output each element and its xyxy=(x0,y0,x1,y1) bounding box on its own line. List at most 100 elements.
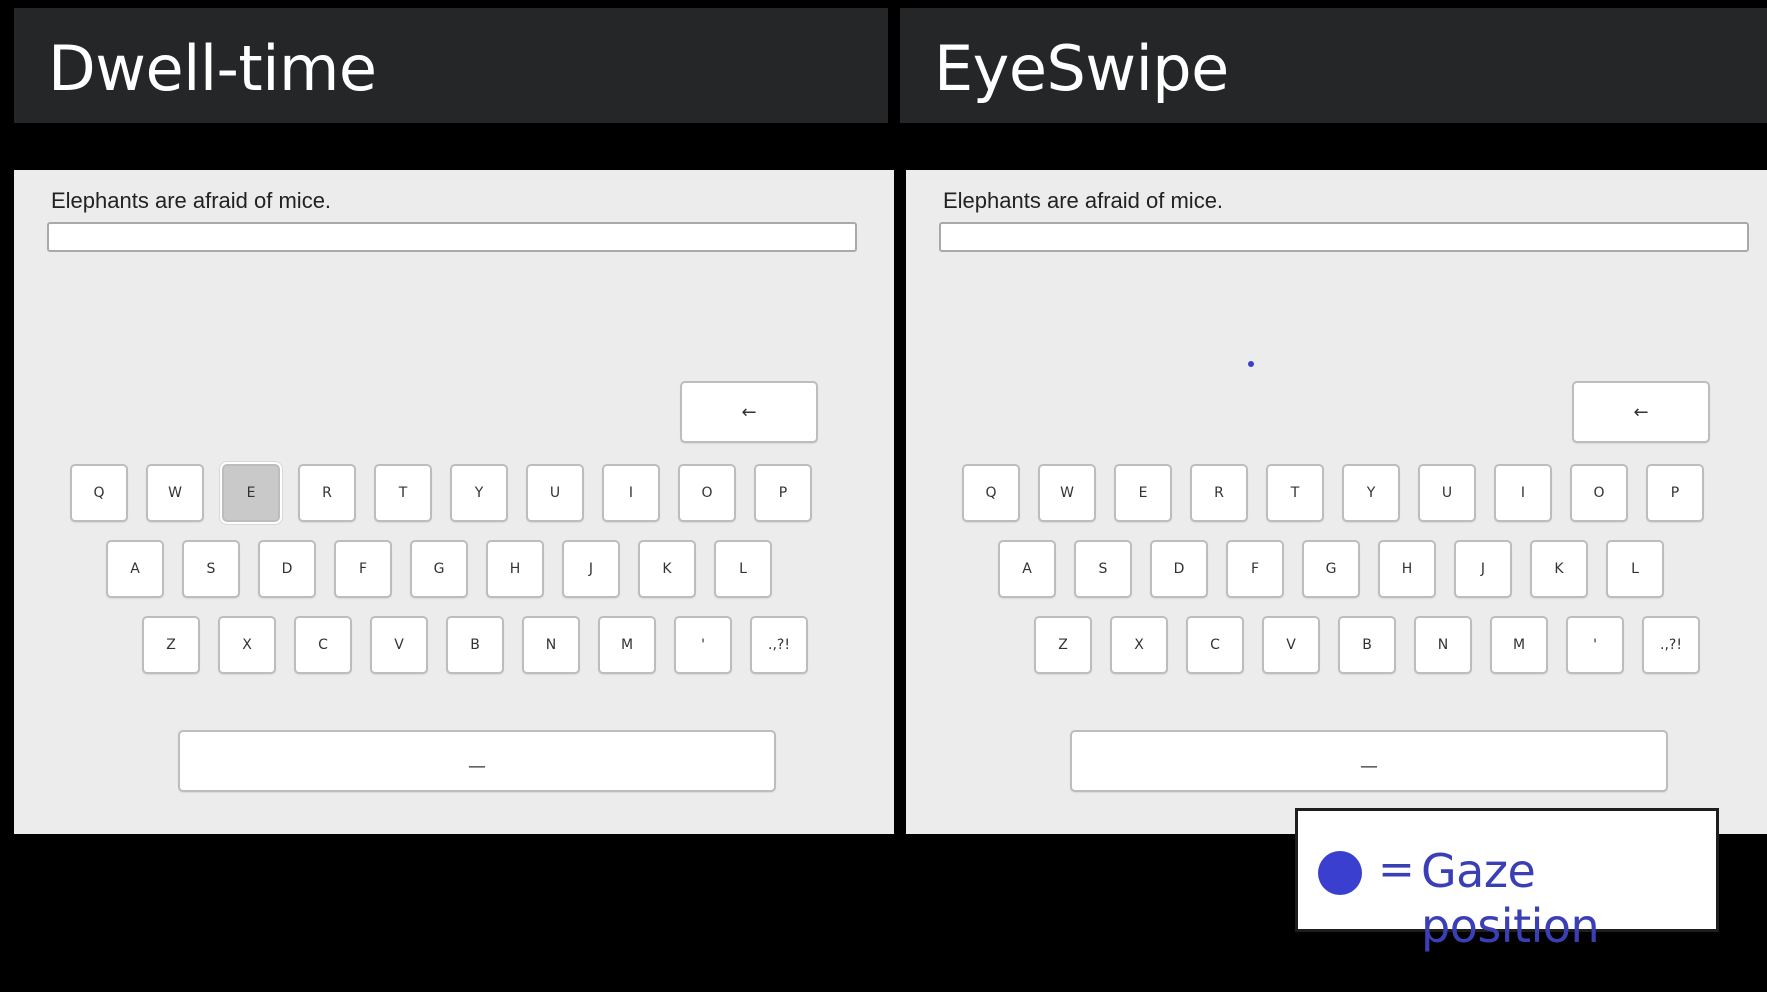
key-e[interactable]: E xyxy=(1114,464,1172,522)
key-g[interactable]: G xyxy=(1302,540,1360,598)
space-bar-label: — xyxy=(1360,755,1378,777)
key-z[interactable]: Z xyxy=(142,616,200,674)
key-a[interactable]: A xyxy=(106,540,164,598)
key-label: R xyxy=(1214,485,1224,501)
key-d[interactable]: D xyxy=(258,540,316,598)
backspace-key[interactable]: ← xyxy=(1572,381,1710,443)
key-m[interactable]: M xyxy=(598,616,656,674)
key-label: Q xyxy=(93,485,105,501)
key-j[interactable]: J xyxy=(1454,540,1512,598)
key-d[interactable]: D xyxy=(1150,540,1208,598)
gaze-dot xyxy=(1248,361,1254,367)
key-label: N xyxy=(545,637,557,653)
gaze-dot-icon xyxy=(1318,851,1362,895)
key-l[interactable]: L xyxy=(714,540,772,598)
key-label: U xyxy=(549,485,561,501)
key-label: Z xyxy=(166,637,176,653)
key-label: .,?! xyxy=(1660,637,1682,653)
typing-field[interactable] xyxy=(47,222,857,252)
key-h[interactable]: H xyxy=(1378,540,1436,598)
eyeswipe-header: EyeSwipe xyxy=(900,8,1767,123)
key-r[interactable]: R xyxy=(1190,464,1248,522)
key-label: D xyxy=(1173,561,1185,577)
key-s[interactable]: S xyxy=(1074,540,1132,598)
key-label: I xyxy=(1520,485,1526,501)
key-z[interactable]: Z xyxy=(1034,616,1092,674)
key-u[interactable]: U xyxy=(1418,464,1476,522)
key-label: G xyxy=(1325,561,1337,577)
typing-field[interactable] xyxy=(939,222,1749,252)
key-label: ' xyxy=(1593,637,1597,653)
key-b[interactable]: B xyxy=(446,616,504,674)
key-o[interactable]: O xyxy=(678,464,736,522)
key-q[interactable]: Q xyxy=(962,464,1020,522)
key-p[interactable]: P xyxy=(1646,464,1704,522)
key-e[interactable]: E xyxy=(220,462,282,524)
key-b[interactable]: B xyxy=(1338,616,1396,674)
key-label: C xyxy=(1210,637,1220,653)
backspace-key[interactable]: ← xyxy=(680,381,818,443)
key-label: Q xyxy=(985,485,997,501)
key-label: B xyxy=(470,637,480,653)
key-label: M xyxy=(1512,637,1526,653)
key-h[interactable]: H xyxy=(486,540,544,598)
key-k[interactable]: K xyxy=(638,540,696,598)
key-label: B xyxy=(1362,637,1372,653)
key-x[interactable]: X xyxy=(1110,616,1168,674)
key-punctuation[interactable]: .,?! xyxy=(750,616,808,674)
key-j[interactable]: J xyxy=(562,540,620,598)
key-label: V xyxy=(394,637,404,653)
key-c[interactable]: C xyxy=(294,616,352,674)
key-m[interactable]: M xyxy=(1490,616,1548,674)
key-f[interactable]: F xyxy=(334,540,392,598)
key-o[interactable]: O xyxy=(1570,464,1628,522)
legend-equals: = xyxy=(1378,844,1415,895)
key-label: E xyxy=(1138,485,1148,501)
key-c[interactable]: C xyxy=(1186,616,1244,674)
space-key[interactable]: — xyxy=(1070,730,1668,792)
key-label: K xyxy=(1554,561,1564,577)
key-punctuation[interactable]: .,?! xyxy=(1642,616,1700,674)
key-label: T xyxy=(398,485,408,501)
key-label: H xyxy=(1401,561,1413,577)
key-label: R xyxy=(322,485,332,501)
key-apostrophe[interactable]: ' xyxy=(674,616,732,674)
key-x[interactable]: X xyxy=(218,616,276,674)
key-a[interactable]: A xyxy=(998,540,1056,598)
key-y[interactable]: Y xyxy=(1342,464,1400,522)
key-k[interactable]: K xyxy=(1530,540,1588,598)
key-i[interactable]: I xyxy=(1494,464,1552,522)
dwell-time-header: Dwell-time xyxy=(14,8,888,123)
key-label: A xyxy=(1022,561,1032,577)
key-i[interactable]: I xyxy=(602,464,660,522)
key-f[interactable]: F xyxy=(1226,540,1284,598)
key-label: X xyxy=(242,637,252,653)
key-n[interactable]: N xyxy=(522,616,580,674)
space-key[interactable]: — xyxy=(178,730,776,792)
key-label: V xyxy=(1286,637,1296,653)
key-n[interactable]: N xyxy=(1414,616,1472,674)
key-t[interactable]: T xyxy=(1266,464,1324,522)
key-v[interactable]: V xyxy=(370,616,428,674)
key-t[interactable]: T xyxy=(374,464,432,522)
key-w[interactable]: W xyxy=(1038,464,1096,522)
key-label: L xyxy=(1631,561,1639,577)
key-s[interactable]: S xyxy=(182,540,240,598)
key-w[interactable]: W xyxy=(146,464,204,522)
key-apostrophe[interactable]: ' xyxy=(1566,616,1624,674)
key-r[interactable]: R xyxy=(298,464,356,522)
key-label: S xyxy=(206,561,216,577)
key-g[interactable]: G xyxy=(410,540,468,598)
key-label: D xyxy=(281,561,293,577)
key-q[interactable]: Q xyxy=(70,464,128,522)
key-label: P xyxy=(1670,485,1680,501)
key-v[interactable]: V xyxy=(1262,616,1320,674)
dwell-time-screen: Elephants are afraid of mice. Q W E R T Y U I O P… xyxy=(14,170,894,834)
key-label: W xyxy=(1060,485,1074,501)
key-y[interactable]: Y xyxy=(450,464,508,522)
key-label: E xyxy=(246,485,256,501)
key-u[interactable]: U xyxy=(526,464,584,522)
key-label: Y xyxy=(1366,485,1376,501)
key-l[interactable]: L xyxy=(1606,540,1664,598)
key-p[interactable]: P xyxy=(754,464,812,522)
